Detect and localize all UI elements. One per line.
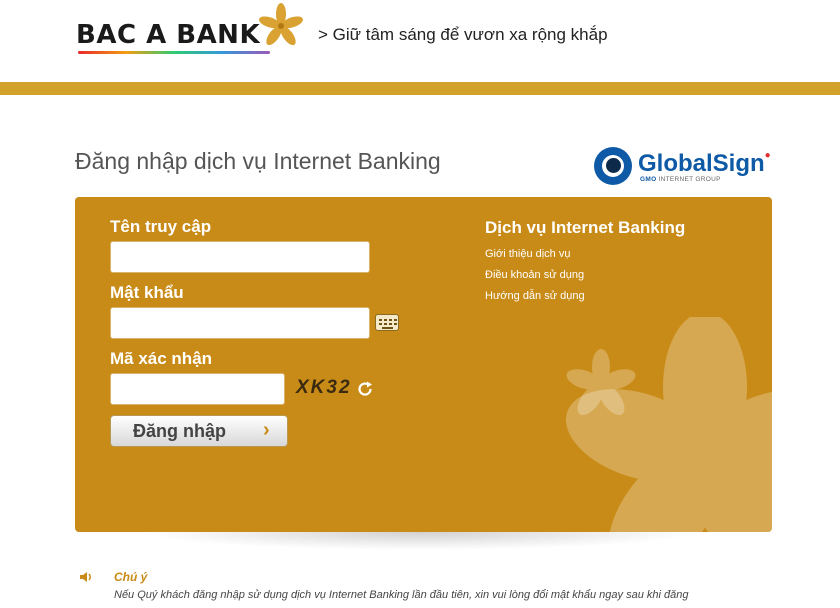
login-button[interactable]: Đăng nhập ›	[110, 415, 288, 447]
bac-a-bank-flower-icon	[259, 3, 303, 46]
captcha-image: XK32	[296, 377, 352, 398]
globalsign-subtitle: GMO INTERNET GROUP	[640, 176, 721, 183]
password-input[interactable]	[110, 307, 370, 339]
globalsign-name: GlobalSign●	[638, 150, 771, 177]
refresh-icon[interactable]	[356, 380, 374, 398]
login-button-label: Đăng nhập	[133, 421, 226, 441]
note-text: Nếu Quý khách đăng nhập sử dụng dịch vụ …	[114, 589, 689, 601]
login-panel: Tên truy cập Mật khẩu Mã xác nhận XK32 Đ…	[75, 197, 772, 532]
page-title: Đăng nhập dịch vụ Internet Banking	[75, 148, 441, 174]
decorative-small-flower-icon	[566, 349, 636, 416]
logo-underline	[78, 51, 270, 54]
username-label: Tên truy cập	[110, 217, 212, 236]
service-intro-link[interactable]: Giới thiệu dịch vụ	[485, 248, 570, 260]
slogan: > Giữ tâm sáng để vươn xa rộng khắp	[318, 25, 608, 44]
globalsign-eye-icon	[594, 147, 632, 185]
header-gold-bar	[0, 82, 840, 95]
captcha-input[interactable]	[110, 373, 285, 405]
note-title: Chú ý	[114, 570, 148, 584]
virtual-keyboard-icon[interactable]	[375, 314, 399, 331]
username-input[interactable]	[110, 241, 370, 273]
globalsign-logo[interactable]: GlobalSign● GMO INTERNET GROUP	[594, 145, 774, 187]
logo-text: BAC A BANK	[76, 20, 261, 50]
services-title: Dịch vụ Internet Banking	[485, 218, 686, 237]
captcha-label: Mã xác nhận	[110, 349, 213, 368]
password-label: Mật khẩu	[110, 283, 184, 302]
chevron-right-icon: ›	[263, 419, 270, 441]
panel-shadow	[140, 532, 700, 550]
speaker-icon	[80, 572, 91, 582]
service-terms-link[interactable]: Điều khoản sử dụng	[485, 269, 584, 281]
bac-a-bank-logo[interactable]: BAC A BANK	[76, 3, 306, 63]
header: BAC A BANK > Giữ tâm sáng để vươn xa rộn…	[0, 0, 840, 82]
service-guide-link[interactable]: Hướng dẫn sử dụng	[485, 290, 585, 302]
